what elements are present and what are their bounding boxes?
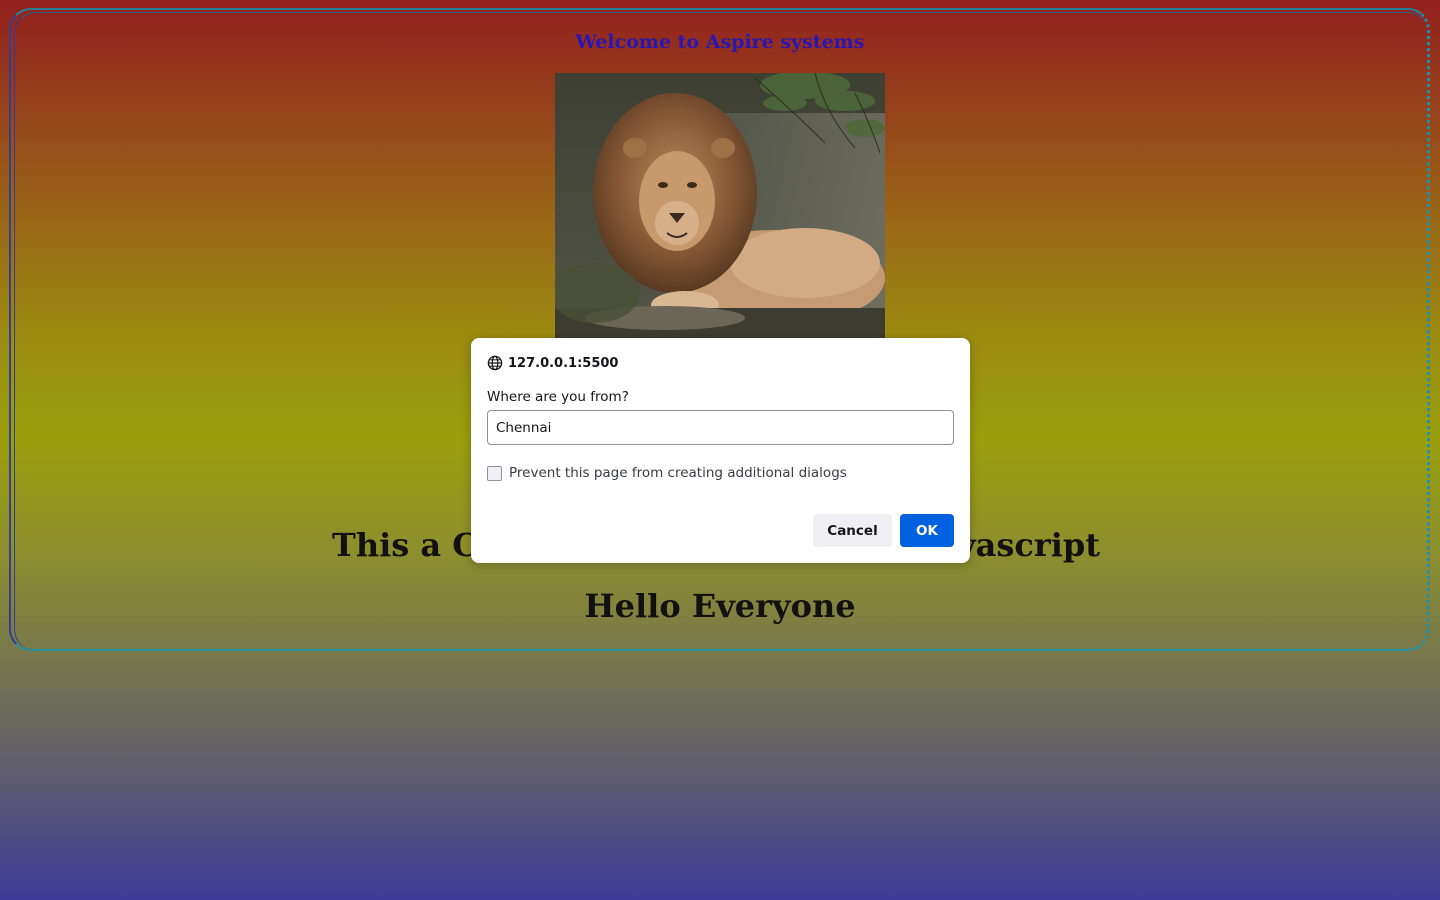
hello-heading: Hello Everyone — [584, 587, 856, 625]
prevent-dialogs-label: Prevent this page from creating addition… — [509, 465, 847, 481]
dialog-origin: 127.0.0.1:5500 — [487, 354, 618, 372]
globe-icon — [487, 355, 503, 371]
prompt-dialog: 127.0.0.1:5500 Where are you from? Preve… — [471, 338, 970, 563]
prevent-dialogs-row[interactable]: Prevent this page from creating addition… — [487, 465, 847, 481]
ok-button[interactable]: OK — [900, 514, 954, 547]
headline-visible-left: This a C — [332, 526, 478, 564]
prompt-input[interactable] — [487, 410, 954, 445]
prevent-dialogs-checkbox[interactable] — [487, 465, 502, 481]
lion-image — [555, 73, 885, 338]
cancel-button[interactable]: Cancel — [813, 514, 892, 547]
dialog-origin-text: 127.0.0.1:5500 — [508, 355, 619, 371]
welcome-heading: Welcome to Aspire systems — [575, 31, 865, 53]
headline-visible-right: vascript — [957, 526, 1100, 564]
dialog-message: Where are you from? — [487, 389, 629, 405]
